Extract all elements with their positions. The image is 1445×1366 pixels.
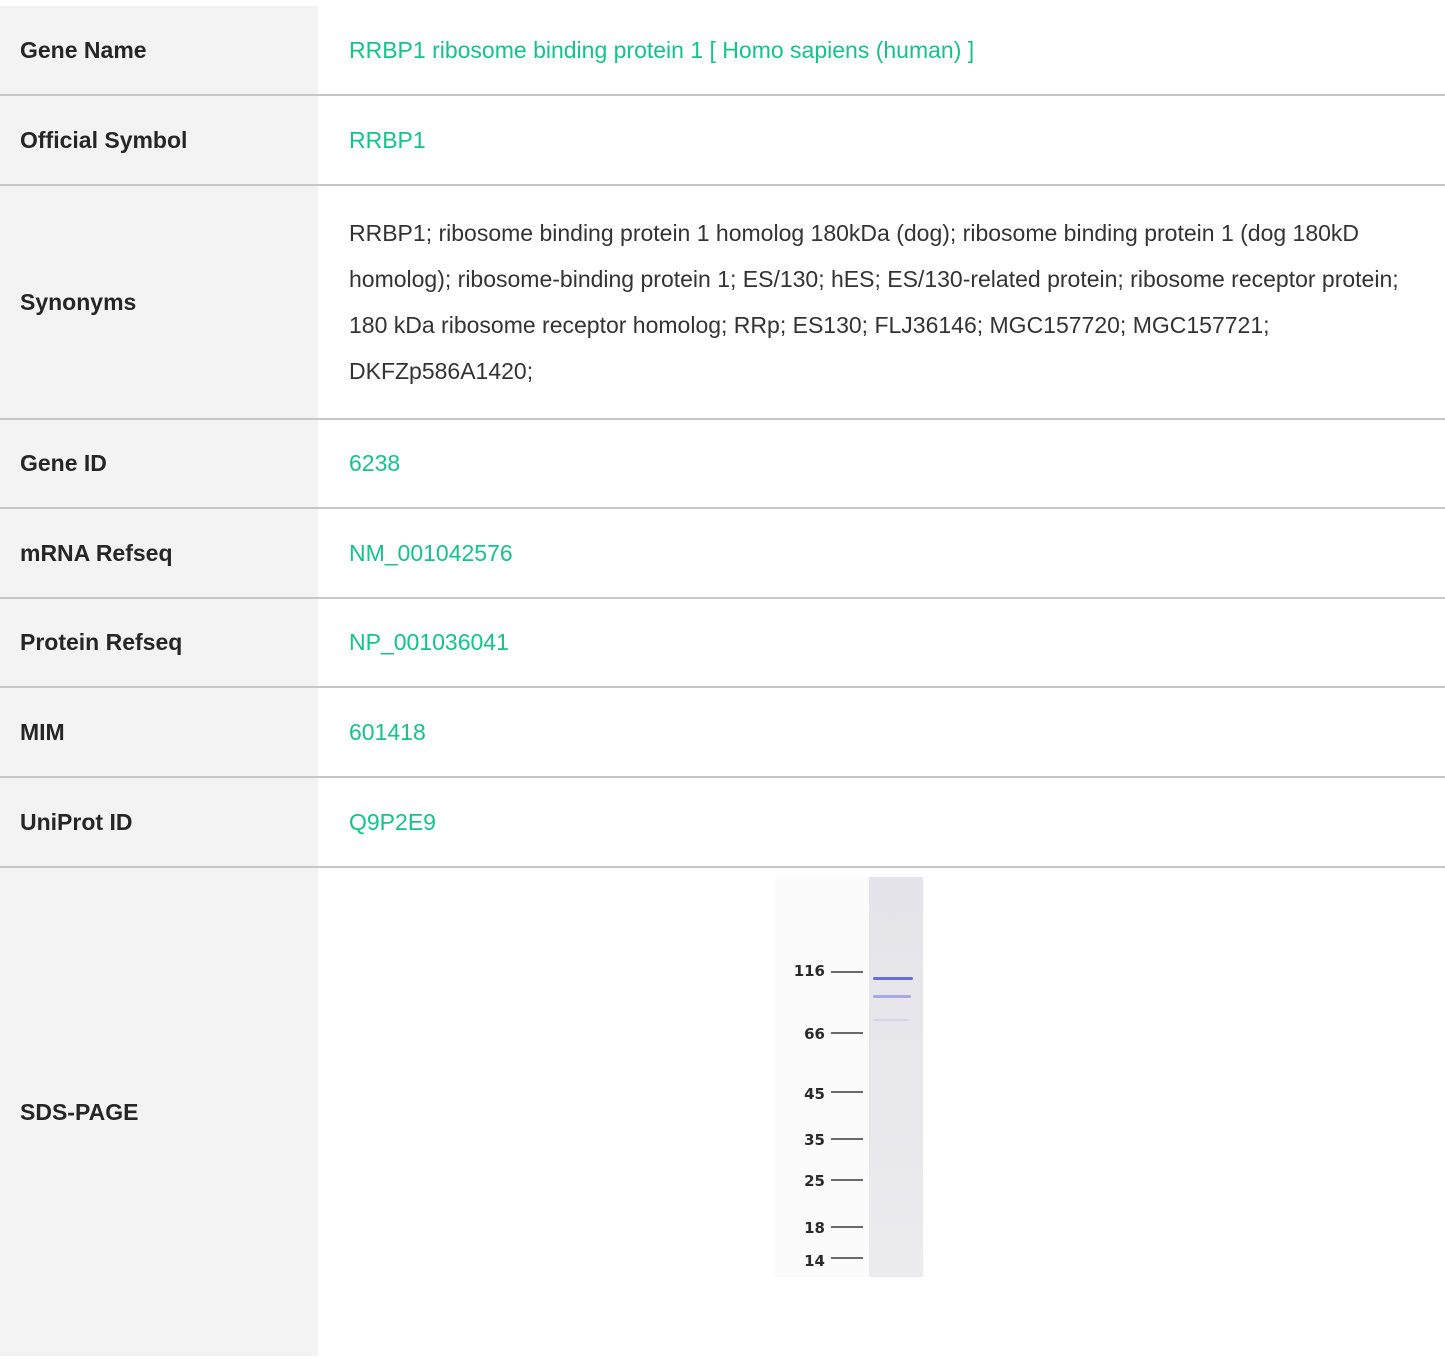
official-symbol-label: Official Symbol	[0, 95, 318, 185]
marker-tick-14	[831, 1257, 863, 1259]
uniprot-id-link[interactable]: Q9P2E9	[349, 809, 436, 835]
synonyms-label: Synonyms	[0, 185, 318, 419]
gene-info-table: Gene Name RRBP1 ribosome binding protein…	[0, 6, 1445, 1356]
gene-info-page: Gene Name RRBP1 ribosome binding protein…	[0, 0, 1445, 1366]
sds-page-gel-image: 116 66 45 35 25 18 14	[775, 877, 923, 1277]
row-synonyms: Synonyms RRBP1; ribosome binding protein…	[0, 185, 1445, 419]
synonyms-value: RRBP1; ribosome binding protein 1 homolo…	[349, 220, 1399, 384]
row-sds-page: SDS-PAGE 116 66 45 35 25 18 14	[0, 867, 1445, 1356]
marker-tick-45	[831, 1091, 863, 1093]
marker-tick-35	[831, 1138, 863, 1140]
mim-link[interactable]: 601418	[349, 719, 426, 745]
gel-sample-lane	[869, 877, 923, 1277]
marker-tick-66	[831, 1032, 863, 1034]
protein-refseq-link[interactable]: NP_001036041	[349, 629, 509, 655]
gene-id-label: Gene ID	[0, 419, 318, 508]
sds-page-label: SDS-PAGE	[0, 867, 318, 1356]
row-mim: MIM 601418	[0, 687, 1445, 777]
gel-band-faint	[873, 1019, 909, 1021]
row-mrna-refseq: mRNA Refseq NM_001042576	[0, 508, 1445, 598]
gene-name-link[interactable]: RRBP1 ribosome binding protein 1 [ Homo …	[349, 37, 974, 63]
gene-name-label: Gene Name	[0, 6, 318, 95]
gene-id-link[interactable]: 6238	[349, 450, 400, 476]
marker-label-25: 25	[804, 1172, 825, 1190]
marker-label-18: 18	[804, 1219, 825, 1237]
official-symbol-link[interactable]: RRBP1	[349, 127, 426, 153]
marker-label-14: 14	[804, 1252, 825, 1270]
marker-label-45: 45	[804, 1085, 825, 1103]
marker-label-35: 35	[804, 1131, 825, 1149]
mrna-refseq-label: mRNA Refseq	[0, 508, 318, 598]
marker-label-66: 66	[804, 1025, 825, 1043]
gel-band-secondary	[873, 995, 911, 998]
marker-tick-18	[831, 1226, 863, 1228]
gel-band-main	[873, 977, 913, 980]
marker-tick-116	[831, 971, 863, 973]
row-gene-id: Gene ID 6238	[0, 419, 1445, 508]
marker-tick-25	[831, 1179, 863, 1181]
uniprot-id-label: UniProt ID	[0, 777, 318, 867]
row-protein-refseq: Protein Refseq NP_001036041	[0, 598, 1445, 687]
marker-label-116: 116	[793, 962, 825, 980]
mim-label: MIM	[0, 687, 318, 777]
row-gene-name: Gene Name RRBP1 ribosome binding protein…	[0, 6, 1445, 95]
row-official-symbol: Official Symbol RRBP1	[0, 95, 1445, 185]
row-uniprot-id: UniProt ID Q9P2E9	[0, 777, 1445, 867]
protein-refseq-label: Protein Refseq	[0, 598, 318, 687]
mrna-refseq-link[interactable]: NM_001042576	[349, 540, 513, 566]
